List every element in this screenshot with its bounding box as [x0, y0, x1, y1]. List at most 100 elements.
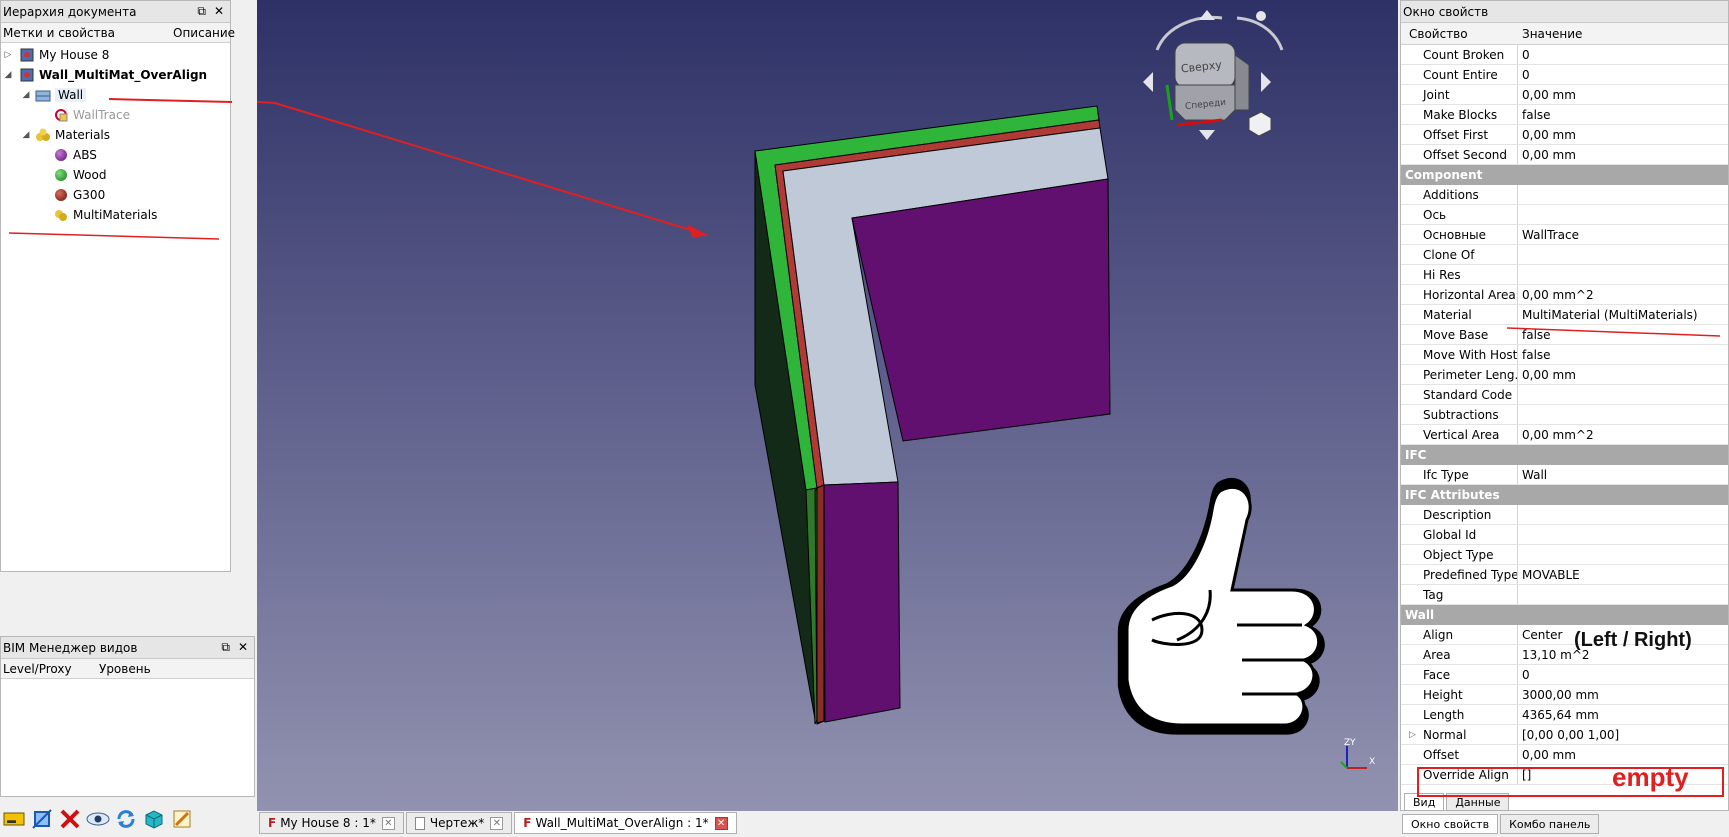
- property-row[interactable]: Ось: [1401, 205, 1728, 225]
- property-value[interactable]: WallTrace: [1518, 225, 1728, 244]
- property-row[interactable]: Material MultiMaterial (MultiMaterials): [1401, 305, 1728, 325]
- close-tab-icon[interactable]: ✕: [714, 816, 728, 830]
- proxy-tool-icon[interactable]: [28, 805, 56, 833]
- property-row[interactable]: Основные WallTrace: [1401, 225, 1728, 245]
- property-row[interactable]: Subtractions: [1401, 405, 1728, 425]
- property-name: Standard Code: [1401, 385, 1518, 404]
- property-value[interactable]: [1518, 185, 1728, 204]
- property-row[interactable]: Clone Of: [1401, 245, 1728, 265]
- property-panel: Окно свойств Свойство Значение Count Bro…: [1400, 0, 1729, 811]
- property-row[interactable]: Horizontal Area 0,00 mm^2: [1401, 285, 1728, 305]
- property-value[interactable]: 0,00 mm^2: [1518, 425, 1728, 444]
- property-row[interactable]: Joint 0,00 mm: [1401, 85, 1728, 105]
- tab-view-label: Вид: [1413, 795, 1436, 809]
- property-row[interactable]: Standard Code: [1401, 385, 1728, 405]
- refresh-icon[interactable]: [112, 805, 140, 833]
- property-value[interactable]: [1518, 205, 1728, 224]
- delete-icon[interactable]: [56, 805, 84, 833]
- tab-combo-view[interactable]: Комбо панель: [1500, 814, 1600, 834]
- property-value[interactable]: 3000,00 mm: [1518, 685, 1728, 704]
- svg-text:▬: ▬: [7, 815, 16, 825]
- navigation-cube[interactable]: Сверху Спереди: [1143, 10, 1284, 140]
- bim-panel-title: BIM Менеджер видов ⧉ ✕: [1, 637, 254, 659]
- property-row[interactable]: Count Entire 0: [1401, 65, 1728, 85]
- tab-wall-multimat[interactable]: F Wall_MultiMat_OverAlign : 1* ✕: [514, 812, 737, 834]
- property-value[interactable]: MultiMaterial (MultiMaterials): [1518, 305, 1728, 324]
- close-tab-icon[interactable]: ✕: [490, 816, 504, 830]
- property-row[interactable]: Perimeter Leng... 0,00 mm: [1401, 365, 1728, 385]
- property-row[interactable]: Additions: [1401, 185, 1728, 205]
- property-value[interactable]: [1518, 505, 1728, 524]
- eye-icon[interactable]: [84, 805, 112, 833]
- property-panel-title-text: Окно свойств: [1403, 4, 1489, 19]
- property-value[interactable]: 0,00 mm: [1518, 85, 1728, 104]
- property-row[interactable]: Count Broken 0: [1401, 45, 1728, 65]
- property-name: Material: [1401, 305, 1518, 324]
- property-name: Ось: [1401, 205, 1518, 224]
- property-value[interactable]: 0,00 mm^2: [1518, 285, 1728, 304]
- close-icon[interactable]: ✕: [238, 640, 248, 655]
- property-name: Length: [1401, 705, 1518, 724]
- property-value[interactable]: 0: [1518, 45, 1728, 64]
- property-row[interactable]: Ifc Type Wall: [1401, 465, 1728, 485]
- thumbs-up-image: [1117, 477, 1325, 735]
- property-name: Predefined Type: [1401, 565, 1518, 584]
- property-group-header[interactable]: Component: [1401, 165, 1728, 185]
- property-group-header[interactable]: Wall: [1401, 605, 1728, 625]
- property-row[interactable]: Offset Second 0,00 mm: [1401, 145, 1728, 165]
- property-value[interactable]: 0,00 mm: [1518, 365, 1728, 384]
- property-row[interactable]: Make Blocks false: [1401, 105, 1728, 125]
- cube-icon[interactable]: [140, 805, 168, 833]
- property-row[interactable]: Object Type: [1401, 545, 1728, 565]
- property-value[interactable]: 0,00 mm: [1518, 145, 1728, 164]
- property-row[interactable]: Height 3000,00 mm: [1401, 685, 1728, 705]
- column-value[interactable]: Значение: [1518, 27, 1582, 41]
- property-value[interactable]: [1518, 245, 1728, 264]
- property-value[interactable]: [1518, 585, 1728, 604]
- property-value[interactable]: 0: [1518, 65, 1728, 84]
- property-row[interactable]: Hi Res: [1401, 265, 1728, 285]
- notes-icon[interactable]: [168, 805, 196, 833]
- property-group-header[interactable]: IFC: [1401, 445, 1728, 465]
- axis-x-label: X: [1369, 757, 1375, 767]
- property-group-header[interactable]: IFC Attributes: [1401, 485, 1728, 505]
- property-name: Vertical Area: [1401, 425, 1518, 444]
- tab-my-house[interactable]: F My House 8 : 1* ✕: [259, 812, 404, 834]
- 3d-viewport[interactable]: Сверху Спереди Z Y X: [257, 0, 1398, 811]
- property-row[interactable]: Tag: [1401, 585, 1728, 605]
- float-icon[interactable]: ⧉: [221, 640, 230, 655]
- annotation-underline: [8, 98, 232, 240]
- property-row[interactable]: Predefined Type MOVABLE: [1401, 565, 1728, 585]
- property-value[interactable]: [1518, 265, 1728, 284]
- column-level-proxy[interactable]: Level/Proxy: [1, 662, 72, 676]
- property-value[interactable]: 4365,64 mm: [1518, 705, 1728, 724]
- property-value[interactable]: [1518, 545, 1728, 564]
- property-row[interactable]: Offset First 0,00 mm: [1401, 125, 1728, 145]
- tab-property-view[interactable]: Окно свойств: [1402, 814, 1499, 834]
- property-value[interactable]: 0: [1518, 665, 1728, 684]
- property-row[interactable]: Vertical Area 0,00 mm^2: [1401, 425, 1728, 445]
- property-value[interactable]: false: [1518, 345, 1728, 364]
- freecad-doc-icon: F: [523, 816, 532, 830]
- property-row[interactable]: Move With Host false: [1401, 345, 1728, 365]
- property-row[interactable]: Description: [1401, 505, 1728, 525]
- property-row[interactable]: Length 4365,64 mm: [1401, 705, 1728, 725]
- property-value[interactable]: MOVABLE: [1518, 565, 1728, 584]
- column-property[interactable]: Свойство: [1401, 27, 1518, 41]
- property-value[interactable]: [1518, 385, 1728, 404]
- level-tool-icon[interactable]: ▬: [0, 805, 28, 833]
- property-row[interactable]: Face 0: [1401, 665, 1728, 685]
- property-value[interactable]: 0,00 mm: [1518, 125, 1728, 144]
- close-tab-icon[interactable]: ✕: [381, 816, 395, 830]
- property-row[interactable]: ▷ Normal [0,00 0,00 1,00]: [1401, 725, 1728, 745]
- wall-3d-model[interactable]: [754, 105, 1111, 725]
- property-value[interactable]: Wall: [1518, 465, 1728, 484]
- tab-drawing[interactable]: Чертеж* ✕: [405, 812, 513, 834]
- property-value[interactable]: [1518, 405, 1728, 424]
- column-level[interactable]: Уровень: [99, 662, 151, 676]
- expand-icon[interactable]: ▷: [1409, 730, 1416, 740]
- property-value[interactable]: false: [1518, 105, 1728, 124]
- property-value[interactable]: [0,00 0,00 1,00]: [1518, 725, 1728, 744]
- property-value[interactable]: [1518, 525, 1728, 544]
- property-row[interactable]: Global Id: [1401, 525, 1728, 545]
